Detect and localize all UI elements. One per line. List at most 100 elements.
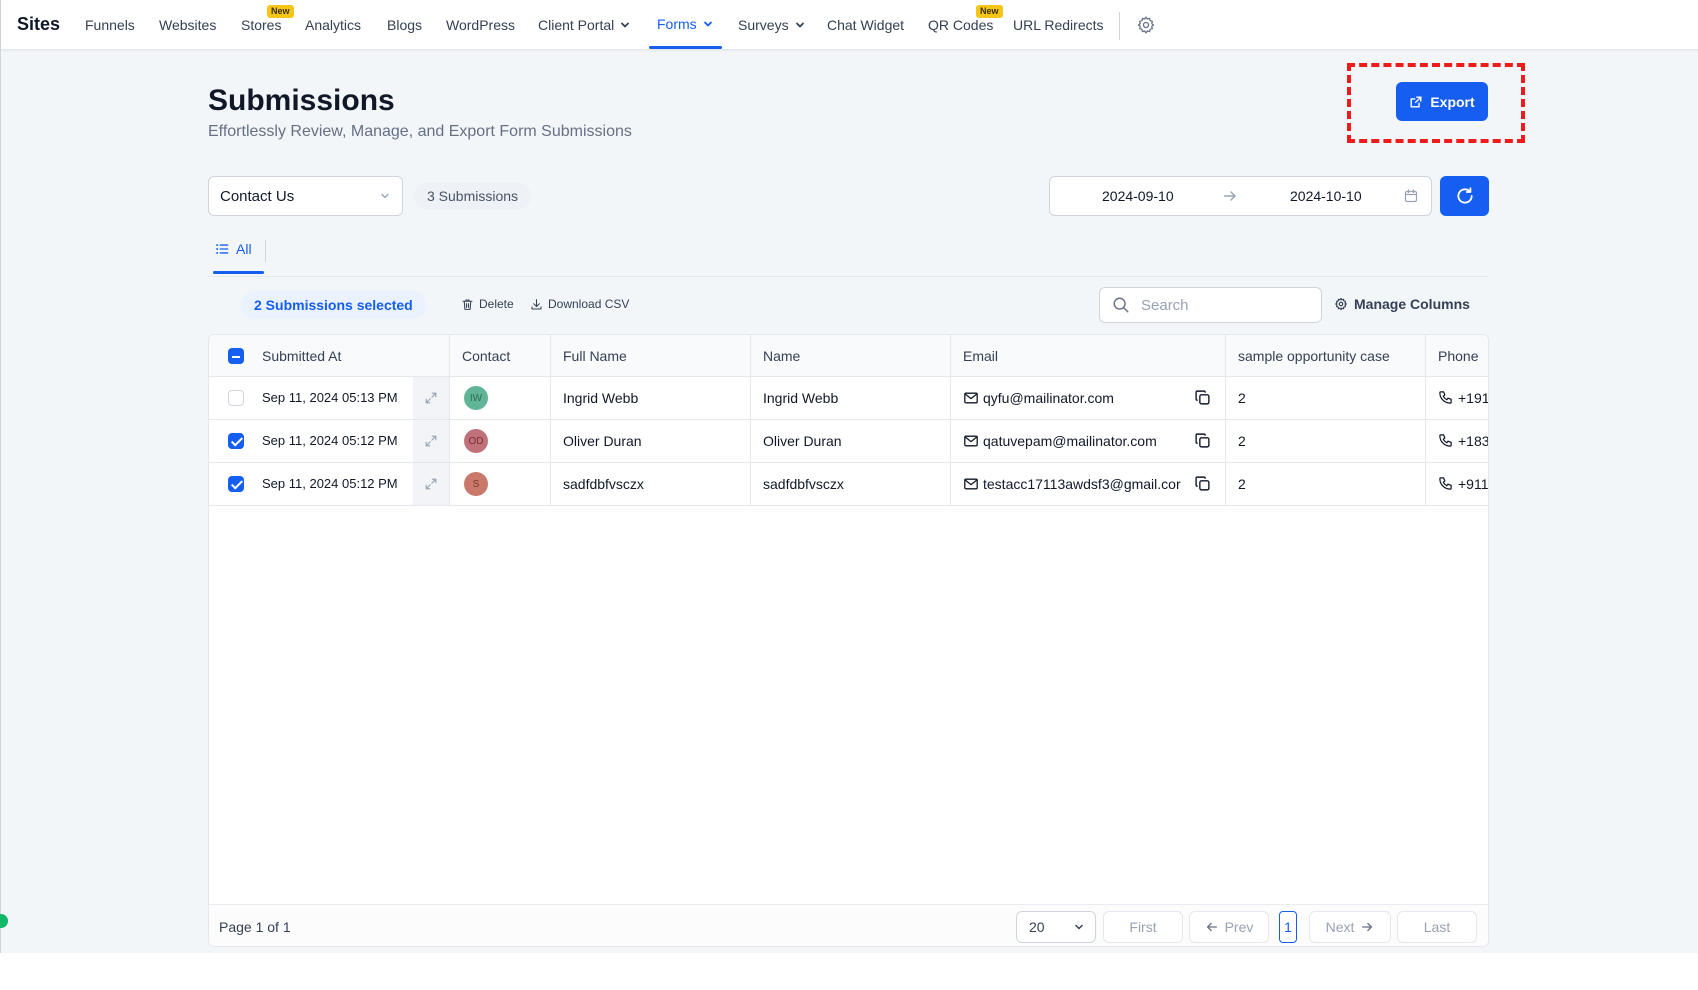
- nav-label: QR Codes: [928, 17, 994, 33]
- pagination-bar: Page 1 of 1 20 First Prev 1 Next Last: [209, 904, 1488, 946]
- submitted-at-cell: Sep 11, 2024 05:13 PM: [262, 390, 398, 405]
- select-all-checkbox[interactable]: [228, 348, 244, 364]
- form-select-value: Contact Us: [220, 187, 295, 205]
- column-header-full-name[interactable]: Full Name: [563, 348, 627, 364]
- arrow-right-icon: [1362, 922, 1373, 932]
- mail-icon: [964, 478, 978, 490]
- nav-label: WordPress: [446, 17, 515, 33]
- external-link-icon: [1410, 95, 1422, 108]
- top-nav: Sites Funnels Websites Stores New Analyt…: [1, 0, 1698, 50]
- avatar[interactable]: IW: [464, 386, 488, 410]
- page-size-select[interactable]: 20: [1016, 911, 1096, 943]
- first-page-button[interactable]: First: [1103, 911, 1183, 943]
- nav-item-funnels[interactable]: Funnels: [85, 17, 135, 33]
- nav-item-wordpress[interactable]: WordPress: [446, 17, 515, 33]
- prev-label: Prev: [1224, 919, 1254, 935]
- name-cell: sadfdbfvsczx: [763, 476, 844, 492]
- below-viewport: [0, 953, 1698, 990]
- refresh-button[interactable]: [1440, 176, 1489, 216]
- nav-item-websites[interactable]: Websites: [159, 17, 216, 33]
- email-cell: qyfu@mailinator.com: [983, 390, 1114, 406]
- nav-item-analytics[interactable]: Analytics: [305, 17, 361, 33]
- manage-columns-button[interactable]: Manage Columns: [1334, 296, 1470, 312]
- export-button[interactable]: Export: [1396, 82, 1488, 121]
- column-header-email[interactable]: Email: [963, 348, 998, 364]
- avatar[interactable]: OD: [464, 429, 488, 453]
- opportunity-cell: 2: [1238, 476, 1246, 492]
- full-name-cell: Oliver Duran: [563, 433, 642, 449]
- tab-all[interactable]: All: [215, 241, 252, 257]
- copy-icon[interactable]: [1194, 432, 1211, 449]
- tab-label: All: [236, 241, 252, 257]
- last-page-button[interactable]: Last: [1397, 911, 1477, 943]
- nav-divider: [1119, 12, 1120, 40]
- name-cell: Ingrid Webb: [763, 390, 839, 406]
- date-end[interactable]: 2024-10-10: [1290, 188, 1362, 204]
- next-page-button[interactable]: Next: [1309, 911, 1391, 943]
- nav-item-surveys[interactable]: Surveys: [738, 17, 805, 33]
- table-row[interactable]: Sep 11, 2024 05:12 PM OD Oliver Duran Ol…: [209, 420, 1489, 463]
- nav-label: Surveys: [738, 17, 789, 33]
- nav-label: Websites: [159, 17, 217, 33]
- chevron-down-icon: [795, 22, 804, 28]
- nav-label: Client Portal: [538, 17, 615, 33]
- last-label: Last: [1423, 919, 1451, 935]
- gear-icon[interactable]: [1136, 15, 1156, 35]
- row-checkbox[interactable]: [228, 476, 244, 492]
- nav-item-blogs[interactable]: Blogs: [387, 17, 422, 33]
- mail-icon: [964, 392, 978, 404]
- opportunity-cell: 2: [1238, 390, 1246, 406]
- name-cell: Oliver Duran: [763, 433, 842, 449]
- search-field[interactable]: [1099, 287, 1322, 323]
- arrow-left-icon: [1206, 922, 1217, 932]
- prev-page-button[interactable]: Prev: [1189, 911, 1269, 943]
- nav-item-chat-widget[interactable]: Chat Widget: [827, 17, 904, 33]
- copy-icon[interactable]: [1194, 475, 1211, 492]
- search-input[interactable]: [1141, 296, 1291, 314]
- copy-icon[interactable]: [1194, 389, 1211, 406]
- selection-count-badge: 2 Submissions selected: [241, 291, 426, 319]
- submitted-at-cell: Sep 11, 2024 05:12 PM: [262, 433, 398, 448]
- column-header-name[interactable]: Name: [763, 348, 800, 364]
- expand-icon: [425, 478, 437, 490]
- column-header-contact[interactable]: Contact: [462, 348, 510, 364]
- form-select[interactable]: Contact Us: [208, 176, 403, 216]
- nav-item-stores[interactable]: Stores: [241, 17, 281, 33]
- new-badge: New: [976, 5, 1003, 18]
- expand-row-button[interactable]: [413, 463, 449, 505]
- date-start[interactable]: 2024-09-10: [1102, 188, 1174, 204]
- nav-label: Funnels: [85, 17, 135, 33]
- nav-item-qr-codes[interactable]: QR Codes: [928, 17, 993, 33]
- mail-icon: [964, 435, 978, 447]
- column-header-opportunity[interactable]: sample opportunity case: [1238, 348, 1390, 364]
- phone-icon: [1439, 477, 1452, 490]
- row-checkbox[interactable]: [228, 390, 244, 406]
- expand-row-button[interactable]: [413, 420, 449, 462]
- phone-cell: +183: [1458, 433, 1489, 449]
- email-cell: qatuvepam@mailinator.com: [983, 433, 1157, 449]
- avatar[interactable]: S: [464, 472, 488, 496]
- column-header-submitted-at[interactable]: Submitted At: [262, 348, 341, 364]
- page-number-current[interactable]: 1: [1279, 911, 1297, 943]
- gear-icon: [1335, 297, 1347, 311]
- expand-row-button[interactable]: [413, 377, 449, 419]
- manage-columns-label: Manage Columns: [1354, 296, 1470, 312]
- nav-label: Chat Widget: [827, 17, 905, 33]
- table-row[interactable]: Sep 11, 2024 05:12 PM S sadfdbfvsczx sad…: [209, 463, 1489, 506]
- nav-item-client-portal[interactable]: Client Portal: [538, 17, 630, 33]
- nav-item-forms[interactable]: Forms: [657, 16, 713, 32]
- row-checkbox[interactable]: [228, 433, 244, 449]
- nav-label: Blogs: [387, 17, 423, 33]
- download-csv-button[interactable]: Download CSV: [530, 297, 629, 311]
- phone-cell: +911: [1458, 476, 1489, 492]
- date-range-picker[interactable]: 2024-09-10 2024-10-10: [1049, 176, 1432, 216]
- chevron-down-icon: [703, 21, 712, 27]
- submissions-table: Submitted At Contact Full Name Name Emai…: [208, 334, 1489, 947]
- delete-label: Delete: [479, 297, 514, 311]
- nav-item-url-redirects[interactable]: URL Redirects: [1013, 17, 1104, 33]
- delete-button[interactable]: Delete: [461, 297, 514, 311]
- full-name-cell: Ingrid Webb: [563, 390, 639, 406]
- table-row[interactable]: Sep 11, 2024 05:13 PM IW Ingrid Webb Ing…: [209, 377, 1488, 420]
- expand-icon: [425, 392, 437, 404]
- column-header-phone[interactable]: Phone: [1438, 348, 1478, 364]
